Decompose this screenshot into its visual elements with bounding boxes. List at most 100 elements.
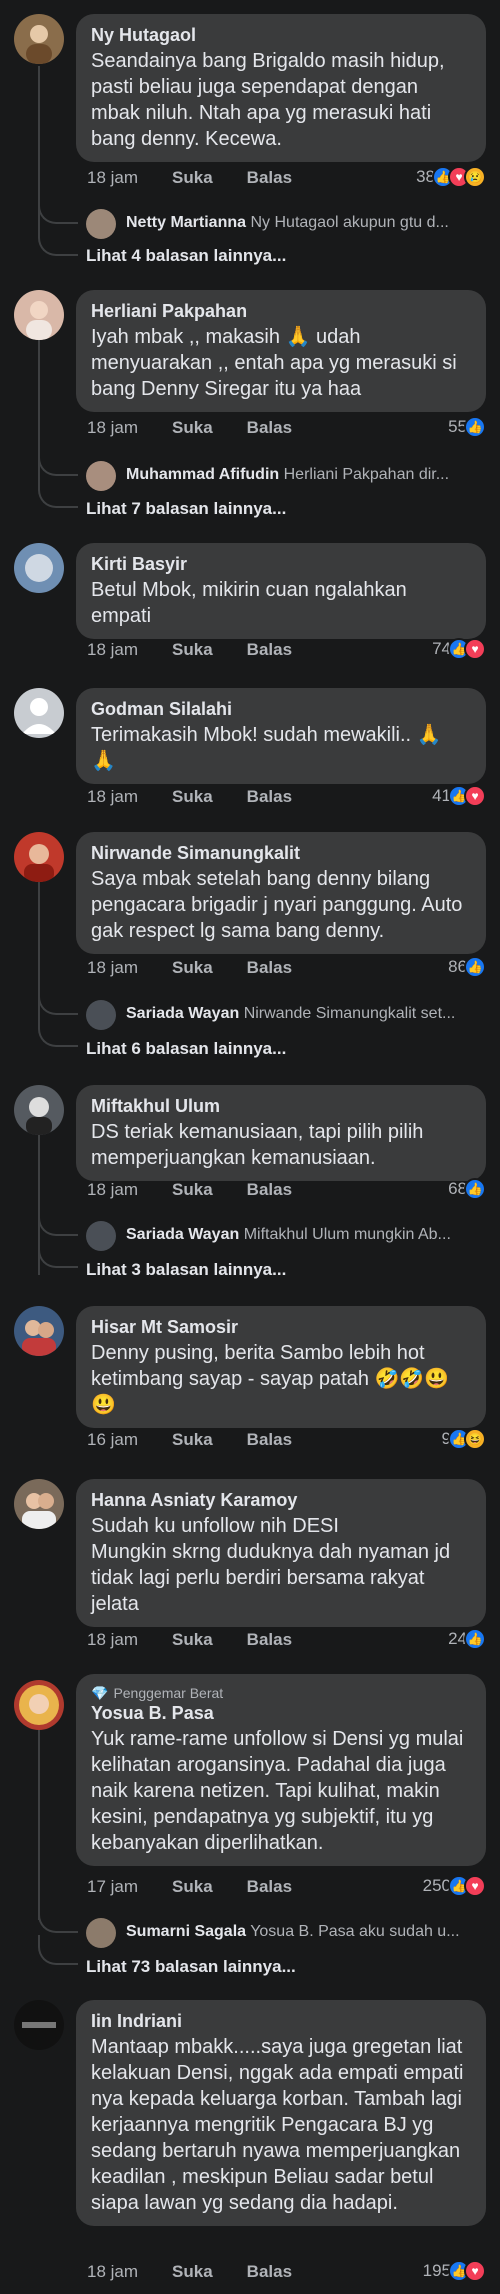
reply-preview-text[interactable]: Sariada Wayan Miftakhul Ulum mungkin Ab.… [126,1226,486,1244]
reply-avatar [86,1000,116,1030]
comment-author[interactable]: Godman Silalahi [91,698,471,720]
like-button[interactable]: Suka [172,787,213,807]
view-more-replies-link[interactable]: Lihat 73 balasan lainnya... [86,1957,296,1977]
comment-time[interactable]: 18 jam [87,1630,138,1650]
love-reaction-icon: ♥ [464,785,486,807]
reply-author: Sariada Wayan [126,1005,240,1022]
reply-preview-text[interactable]: Sariada Wayan Nirwande Simanungkalit set… [126,1005,486,1023]
avatar[interactable] [14,832,64,882]
reaction-summary[interactable]: 38 👍 ♥ 😢 [416,166,486,188]
comment-author[interactable]: Miftakhul Ulum [91,1095,471,1117]
like-reaction-icon: 👍 [464,416,486,438]
reply-author: Netty Martianna [126,214,247,231]
reply-snippet: Yosua B. Pasa aku sudah u... [250,1923,460,1940]
comment-time[interactable]: 18 jam [87,787,138,807]
reply-avatar [86,1918,116,1948]
thread-connector [38,979,78,1015]
reply-preview-text[interactable]: Netty Martianna Ny Hutagaol akupun gtu d… [126,214,486,232]
reaction-summary[interactable]: 86 👍 [448,956,486,978]
avatar[interactable] [14,688,64,738]
reaction-summary[interactable]: 74 👍 ♥ [432,638,486,660]
reply-snippet: Ny Hutagaol akupun gtu d... [250,214,449,231]
thread-connector [38,1200,78,1236]
view-more-replies-link[interactable]: Lihat 6 balasan lainnya... [86,1039,286,1059]
reply-author: Sariada Wayan [126,1226,240,1243]
like-button[interactable]: Suka [172,640,213,660]
reply-avatar [86,209,116,239]
comment-text: Terimakasih Mbok! sudah mewakili.. 🙏 🙏 [91,724,442,772]
reply-button[interactable]: Balas [247,1630,292,1650]
comment-author[interactable]: Hanna Asniaty Karamoy [91,1489,471,1511]
avatar[interactable] [14,2000,64,2050]
comment-author[interactable]: Nirwande Simanungkalit [91,842,471,864]
reply-button[interactable]: Balas [247,640,292,660]
reply-button[interactable]: Balas [247,958,292,978]
like-button[interactable]: Suka [172,958,213,978]
reply-button[interactable]: Balas [247,1430,292,1450]
reaction-summary[interactable]: 68 👍 [448,1178,486,1200]
comment-time[interactable]: 18 jam [87,958,138,978]
comment-bubble: Hisar Mt Samosir Denny pusing, berita Sa… [76,1306,486,1428]
reply-button[interactable]: Balas [247,1877,292,1897]
like-button[interactable]: Suka [172,1180,213,1200]
avatar[interactable] [14,1479,64,1529]
reply-button[interactable]: Balas [247,2262,292,2282]
diamond-icon: 💎 [91,1685,109,1701]
comment-author[interactable]: Herliani Pakpahan [91,300,471,322]
reply-button[interactable]: Balas [247,787,292,807]
comment-text: Mantaap mbakk.....saya juga gregetan lia… [91,2036,464,2214]
like-button[interactable]: Suka [172,1877,213,1897]
like-button[interactable]: Suka [172,168,213,188]
reply-preview-text[interactable]: Muhammad Afifudin Herliani Pakpahan dir.… [126,466,486,484]
comment-author[interactable]: Kirti Basyir [91,553,471,575]
view-more-replies-link[interactable]: Lihat 4 balasan lainnya... [86,246,286,266]
reply-button[interactable]: Balas [247,168,292,188]
comment-actions: 18 jam Suka Balas [87,1180,292,1200]
thread-connector [38,188,78,224]
view-more-replies-link[interactable]: Lihat 7 balasan lainnya... [86,499,286,519]
reaction-summary[interactable]: 195 👍 ♥ [423,2260,486,2282]
avatar[interactable] [14,1085,64,1135]
comment-author[interactable]: Iin Indriani [91,2010,471,2032]
comment-actions: 18 jam Suka Balas [87,787,292,807]
comment-author[interactable]: Ny Hutagaol [91,24,471,46]
reaction-count: 195 [422,2261,451,2280]
comment-bubble: Nirwande Simanungkalit Saya mbak setelah… [76,832,486,954]
comment-time[interactable]: 18 jam [87,2262,138,2282]
reply-avatar [86,1221,116,1251]
reaction-summary[interactable]: 24 👍 [448,1628,486,1650]
comment-bubble: 💎 Penggemar Berat Yosua B. Pasa Yuk rame-… [76,1674,486,1866]
reaction-summary[interactable]: 250 👍 ♥ [423,1875,486,1897]
reply-button[interactable]: Balas [247,418,292,438]
like-reaction-icon: 👍 [464,1178,486,1200]
reply-preview-text[interactable]: Sumarni Sagala Yosua B. Pasa aku sudah u… [126,1923,486,1941]
comment-text: Seandainya bang Brigaldo masih hidup, pa… [91,50,445,150]
sad-reaction-icon: 😢 [464,166,486,188]
like-button[interactable]: Suka [172,1430,213,1450]
reply-author: Muhammad Afifudin [126,466,280,483]
avatar[interactable] [14,14,64,64]
comment-actions: 18 jam Suka Balas [87,418,292,438]
comment-time[interactable]: 17 jam [87,1877,138,1897]
comment-time[interactable]: 16 jam [87,1430,138,1450]
reply-button[interactable]: Balas [247,1180,292,1200]
avatar[interactable] [14,290,64,340]
avatar[interactable] [14,543,64,593]
like-button[interactable]: Suka [172,418,213,438]
reaction-summary[interactable]: 9 👍 😆 [442,1428,486,1450]
avatar[interactable] [14,1306,64,1356]
reply-author: Sumarni Sagala [126,1923,247,1940]
comment-time[interactable]: 18 jam [87,418,138,438]
comment-time[interactable]: 18 jam [87,168,138,188]
comment-author[interactable]: Hisar Mt Samosir [91,1316,471,1338]
comment-time[interactable]: 18 jam [87,1180,138,1200]
reaction-summary[interactable]: 41 👍 ♥ [432,785,486,807]
view-more-replies-link[interactable]: Lihat 3 balasan lainnya... [86,1260,286,1280]
like-button[interactable]: Suka [172,1630,213,1650]
like-button[interactable]: Suka [172,2262,213,2282]
comment-author[interactable]: Yosua B. Pasa [91,1702,471,1724]
reaction-summary[interactable]: 55 👍 [448,416,486,438]
comment-time[interactable]: 18 jam [87,640,138,660]
avatar[interactable] [14,1680,64,1730]
comment-bubble: Ny Hutagaol Seandainya bang Brigaldo mas… [76,14,486,162]
